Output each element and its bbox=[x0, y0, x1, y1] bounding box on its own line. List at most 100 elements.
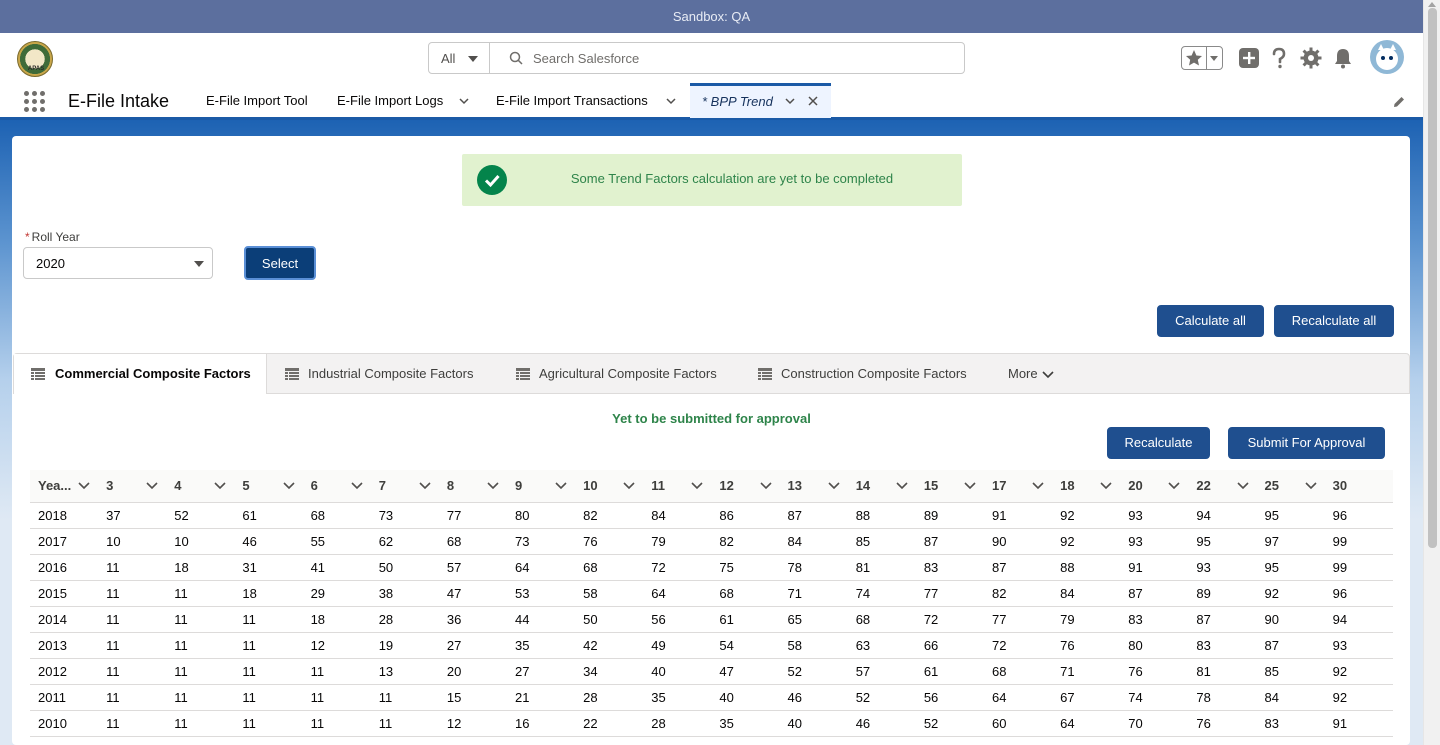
chevron-down-icon[interactable] bbox=[623, 481, 635, 491]
chevron-down-icon[interactable] bbox=[896, 481, 908, 491]
chevron-down-icon[interactable] bbox=[1305, 481, 1317, 491]
nav-item-efile-import-transactions[interactable]: E-File Import Transactions bbox=[496, 83, 648, 118]
column-header[interactable]: 20 bbox=[1120, 470, 1189, 503]
factor-cell: 11 bbox=[98, 658, 167, 685]
factor-cell: 81 bbox=[847, 554, 916, 581]
help-icon[interactable] bbox=[1267, 46, 1291, 70]
org-logo[interactable]: APAS bbox=[17, 41, 53, 77]
chevron-down-icon[interactable] bbox=[759, 481, 772, 491]
factor-cell: 87 bbox=[1188, 606, 1257, 633]
column-header[interactable]: Yea... bbox=[30, 470, 99, 503]
search-icon bbox=[509, 51, 523, 65]
column-header[interactable]: 3 bbox=[98, 470, 167, 503]
column-header[interactable]: 18 bbox=[1052, 470, 1121, 503]
tab-more[interactable]: More bbox=[1008, 354, 1078, 394]
chevron-down-icon[interactable] bbox=[1100, 481, 1112, 491]
column-header[interactable]: 14 bbox=[847, 470, 916, 503]
chevron-down-icon[interactable] bbox=[1236, 481, 1249, 491]
chevron-down-icon[interactable] bbox=[459, 96, 469, 106]
scroll-thumb[interactable] bbox=[1428, 8, 1437, 548]
app-launcher-icon[interactable] bbox=[24, 91, 46, 113]
chevron-down-icon[interactable] bbox=[691, 481, 703, 491]
factor-cell: 61 bbox=[915, 658, 984, 685]
select-button[interactable]: Select bbox=[244, 246, 316, 280]
chevron-down-icon[interactable] bbox=[785, 96, 795, 106]
app-navigation: E-File Intake E-File Import Tool E-File … bbox=[0, 83, 1423, 120]
add-icon[interactable] bbox=[1237, 46, 1261, 70]
chevron-down-icon[interactable] bbox=[282, 481, 295, 491]
column-header-label: 4 bbox=[174, 478, 182, 494]
nav-item-efile-import-logs[interactable]: E-File Import Logs bbox=[337, 83, 443, 118]
bell-icon[interactable] bbox=[1331, 46, 1355, 70]
chevron-down-icon[interactable] bbox=[146, 481, 158, 491]
column-header[interactable]: 13 bbox=[779, 470, 848, 503]
chevron-down-icon[interactable] bbox=[214, 481, 226, 491]
submit-for-approval-button[interactable]: Submit For Approval bbox=[1228, 427, 1385, 459]
scroll-up-arrow-icon[interactable] bbox=[1428, 2, 1436, 7]
recalculate-all-button[interactable]: Recalculate all bbox=[1274, 305, 1394, 337]
column-header[interactable]: 30 bbox=[1324, 470, 1393, 503]
column-header[interactable]: 11 bbox=[643, 470, 712, 503]
tab-agricultural-composite-factors[interactable]: Agricultural Composite Factors bbox=[497, 354, 739, 394]
factor-cell: 44 bbox=[506, 606, 576, 633]
column-header[interactable]: 5 bbox=[234, 470, 303, 503]
column-header[interactable]: 6 bbox=[302, 470, 371, 503]
nav-item-bpp-trend[interactable]: * BPP Trend bbox=[690, 83, 831, 118]
column-header[interactable]: 8 bbox=[438, 470, 507, 503]
page-scrollbar[interactable] bbox=[1423, 0, 1440, 745]
column-header[interactable]: 7 bbox=[370, 470, 439, 503]
factor-cell: 86 bbox=[711, 502, 780, 529]
chevron-down-icon[interactable] bbox=[487, 481, 499, 491]
nav-item-efile-import-tool[interactable]: E-File Import Tool bbox=[206, 83, 308, 118]
chevron-down-icon[interactable] bbox=[78, 481, 90, 491]
column-header-label: 5 bbox=[242, 478, 250, 494]
calculate-all-button[interactable]: Calculate all bbox=[1157, 305, 1264, 337]
chevron-down-icon[interactable] bbox=[351, 481, 363, 491]
edit-pencil-icon[interactable] bbox=[1392, 95, 1406, 109]
chevron-down-icon[interactable] bbox=[828, 481, 840, 491]
column-header[interactable]: 4 bbox=[166, 470, 235, 503]
factor-cell: 87 bbox=[779, 502, 848, 529]
column-header[interactable]: 22 bbox=[1188, 470, 1257, 503]
column-header[interactable]: 10 bbox=[575, 470, 644, 503]
gear-icon[interactable] bbox=[1299, 46, 1323, 70]
factor-cell: 52 bbox=[915, 710, 984, 737]
star-icon[interactable] bbox=[1184, 48, 1204, 68]
chevron-down-icon[interactable] bbox=[555, 481, 567, 491]
favorites-menu-icon[interactable] bbox=[1210, 56, 1218, 61]
table-icon bbox=[758, 368, 772, 380]
tab-construction-composite-factors[interactable]: Construction Composite Factors bbox=[739, 354, 994, 394]
tab-commercial-composite-factors[interactable]: Commercial Composite Factors bbox=[14, 354, 267, 394]
column-header[interactable]: 12 bbox=[711, 470, 780, 503]
chevron-down-icon[interactable] bbox=[1032, 481, 1044, 491]
factor-cell: 29 bbox=[302, 580, 371, 607]
column-header[interactable]: 17 bbox=[983, 470, 1053, 503]
search-input[interactable] bbox=[533, 48, 953, 68]
global-header: APAS All bbox=[0, 33, 1423, 83]
chevron-down-icon[interactable] bbox=[419, 481, 431, 491]
factor-cell: 41 bbox=[302, 554, 371, 581]
recalculate-button[interactable]: Recalculate bbox=[1107, 427, 1210, 459]
close-icon[interactable] bbox=[808, 96, 818, 106]
chevron-down-icon[interactable] bbox=[1168, 481, 1180, 491]
factor-cell: 11 bbox=[98, 606, 167, 633]
chevron-down-icon[interactable] bbox=[666, 96, 676, 106]
column-header[interactable]: 25 bbox=[1256, 470, 1325, 503]
search-scope-dropdown[interactable]: All bbox=[429, 43, 490, 73]
factor-cell: 92 bbox=[1324, 684, 1393, 711]
chevron-down-icon[interactable] bbox=[964, 481, 976, 491]
factor-cell: 40 bbox=[711, 684, 780, 711]
roll-year-select[interactable]: 2020 bbox=[23, 247, 213, 279]
factor-cell: 94 bbox=[1188, 502, 1257, 529]
column-header[interactable]: 9 bbox=[506, 470, 576, 503]
factor-cell: 56 bbox=[643, 606, 712, 633]
tab-industrial-composite-factors[interactable]: Industrial Composite Factors bbox=[267, 354, 497, 394]
factor-cell: 36 bbox=[438, 606, 507, 633]
factor-cell: 38 bbox=[370, 580, 439, 607]
column-header[interactable]: 15 bbox=[915, 470, 984, 503]
factor-cell: 99 bbox=[1324, 528, 1393, 555]
factor-cell: 28 bbox=[370, 606, 439, 633]
factor-cell: 16 bbox=[506, 710, 576, 737]
avatar[interactable] bbox=[1370, 40, 1404, 74]
factor-cell: 58 bbox=[575, 580, 644, 607]
